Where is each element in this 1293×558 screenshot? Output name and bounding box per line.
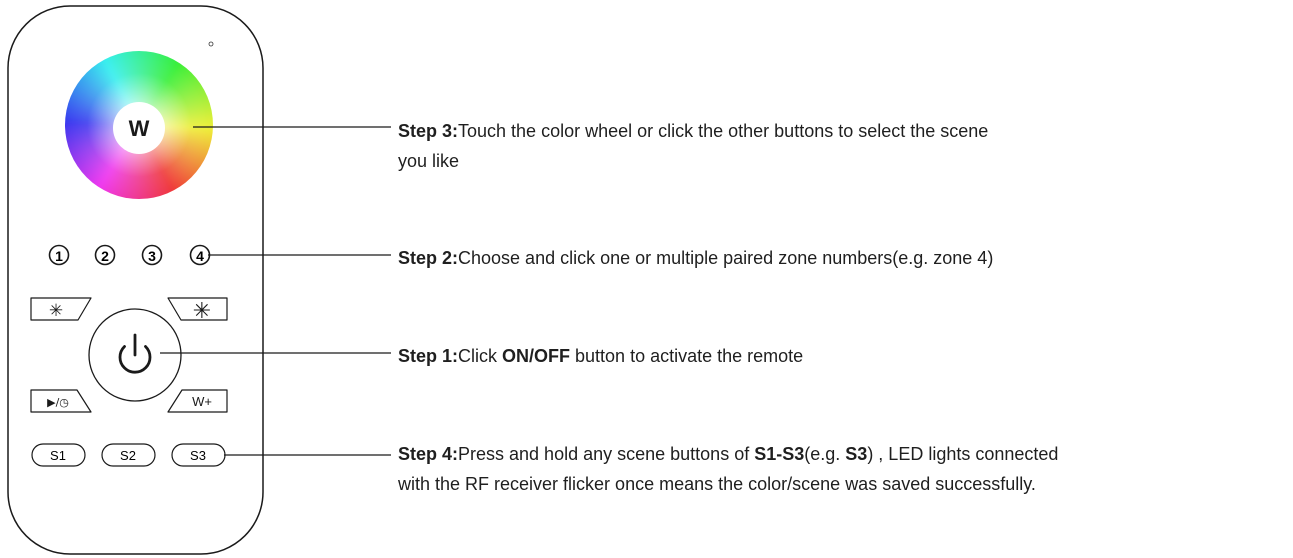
step-4-mid: (e.g. (804, 444, 846, 464)
step-4-range: S1-S3 (754, 444, 805, 464)
step-2-body: Choose and click one or multiple paired … (458, 248, 994, 268)
step-4-pre: Press and hold any scene buttons of (458, 444, 755, 464)
zone-1-label: 1 (55, 248, 63, 264)
brightness-up-icon: ✳ (193, 299, 211, 324)
step-3-text: Step 3:Touch the color wheel or click th… (398, 116, 1198, 176)
step-3-body: Touch the color wheel or click the other… (458, 121, 989, 141)
step-2-text: Step 2:Choose and click one or multiple … (398, 243, 1258, 273)
white-plus-label: W+ (192, 394, 212, 409)
step-3-body-line2: you like (398, 151, 460, 171)
step-4-post: ) , LED lights connected (867, 444, 1059, 464)
zone-4-label: 4 (196, 248, 204, 264)
scene-s1-label: S1 (50, 448, 66, 463)
mode-timer-icon: ▶/◷ (47, 396, 69, 409)
step-2-title: Step 2: (398, 248, 459, 268)
step-4-example: S3 (845, 444, 868, 464)
step-1-text: Step 1:Click ON/OFF button to activate t… (398, 341, 1098, 371)
brightness-down-icon: ✳ (49, 301, 63, 321)
scene-s3-label: S3 (190, 448, 206, 463)
step-1-post: button to activate the remote (570, 346, 804, 366)
step-1-onoff: ON/OFF (502, 346, 571, 366)
power-button[interactable] (88, 308, 182, 402)
step-3-title: Step 3: (398, 121, 459, 141)
step-1-pre: Click (458, 346, 503, 366)
zone-2-label: 2 (101, 248, 109, 264)
scene-s1-button[interactable]: S1 (31, 443, 86, 467)
white-button-label: W (129, 116, 150, 141)
step-4-text: Step 4:Press and hold any scene buttons … (398, 439, 1288, 499)
scene-s3-button[interactable]: S3 (171, 443, 226, 467)
scene-s2-label: S2 (120, 448, 136, 463)
scene-s2-button[interactable]: S2 (101, 443, 156, 467)
step-1-title: Step 1: (398, 346, 459, 366)
step-4-line2: with the RF receiver flicker once means … (398, 474, 1036, 494)
zone-3-label: 3 (148, 248, 156, 264)
step-4-title: Step 4: (398, 444, 459, 464)
